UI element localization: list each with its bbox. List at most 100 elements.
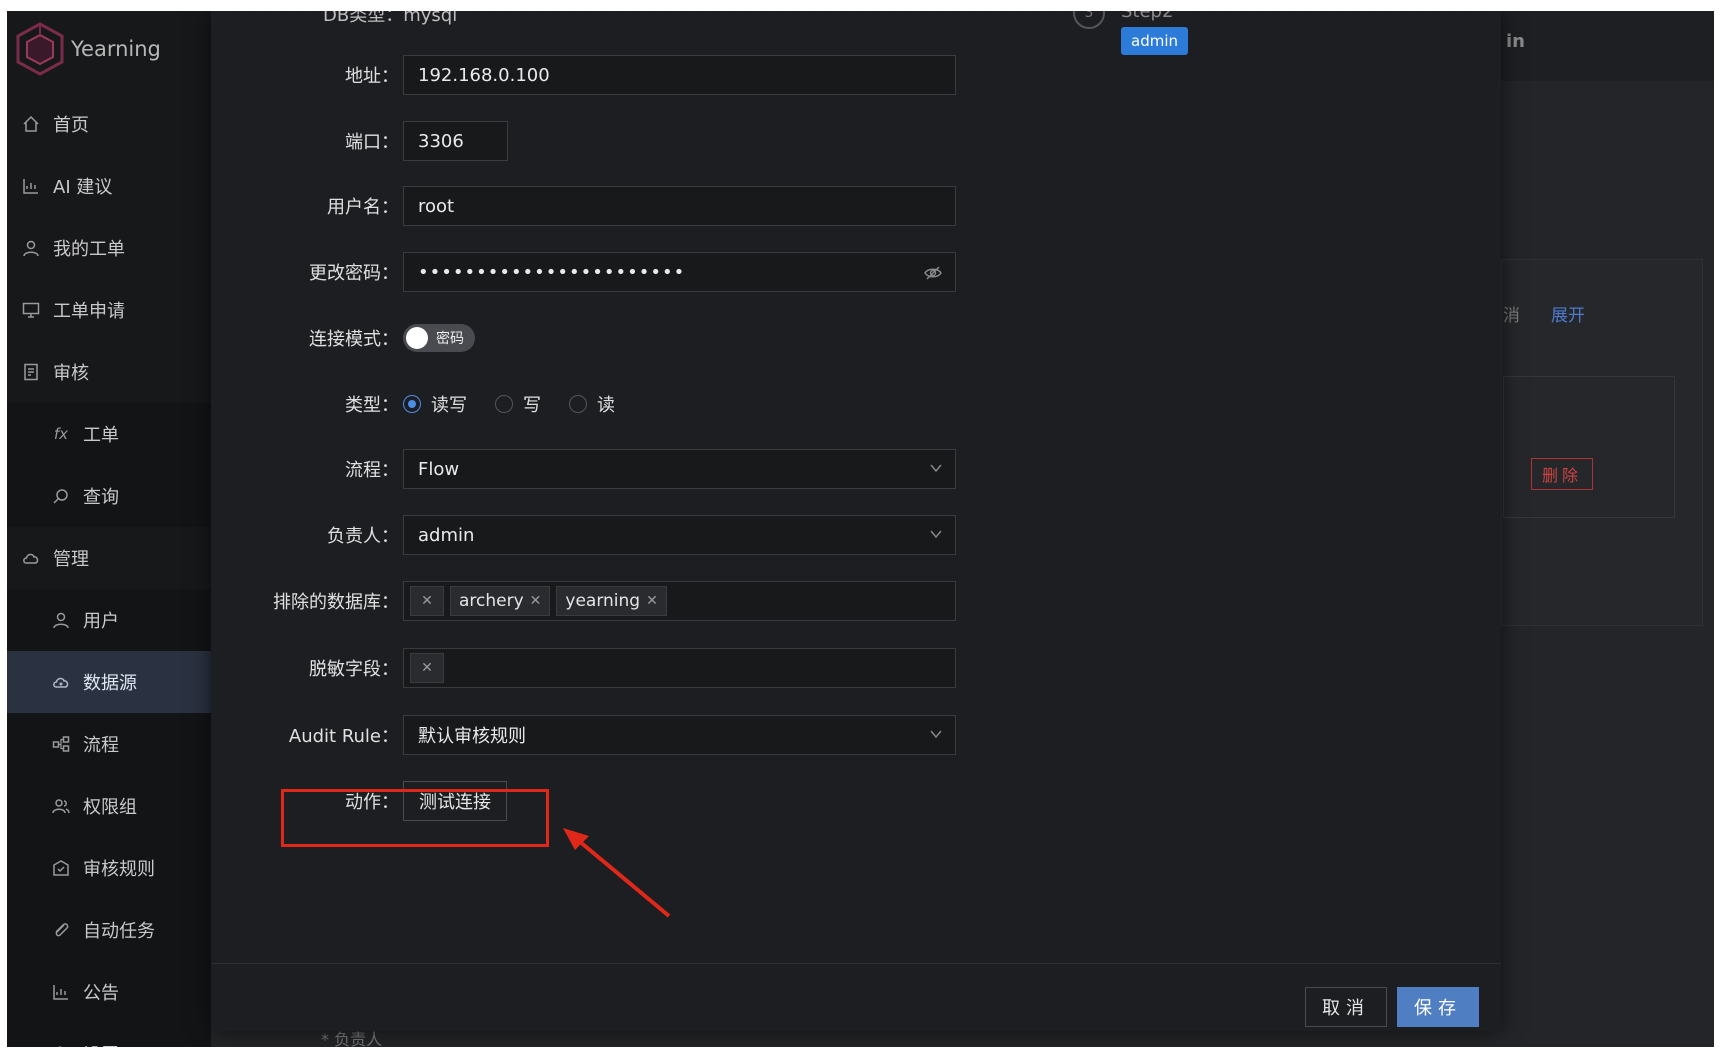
sidebar-item-label: 公告 xyxy=(83,983,119,1004)
admin-tag: admin xyxy=(1121,27,1188,55)
username-value: root xyxy=(418,195,455,217)
sidebar-item-label: 权限组 xyxy=(83,797,137,818)
sidebar-item-label: 自动任务 xyxy=(83,921,155,942)
rule-icon xyxy=(51,858,71,878)
sidebar-item-manage[interactable]: 管理 xyxy=(7,527,211,589)
owner-label: 负责人： xyxy=(327,526,399,547)
db-type-text: DB类型：mysql xyxy=(323,11,458,26)
tag-close-icon[interactable]: ✕ xyxy=(421,593,433,609)
switch-knob xyxy=(406,327,428,349)
sidebar-item-datasource[interactable]: 数据源 xyxy=(7,651,211,713)
sidebar-item-ticket[interactable]: fx 工单 xyxy=(7,403,211,465)
radio-dot xyxy=(495,395,513,413)
app-window: Yearning 首页 AI 建议 我的工单 工单申请 审核 fx 工单 查询 … xyxy=(7,11,1714,1047)
sidebar-item-label: AI 建议 xyxy=(53,177,113,198)
tag-empty[interactable]: ✕ xyxy=(410,586,444,616)
group-icon xyxy=(51,796,71,816)
user-icon xyxy=(51,610,71,630)
radio-label: 读 xyxy=(597,395,615,416)
form-row-excluded-db: 排除的数据库： ✕ archery ✕ yearning ✕ xyxy=(211,580,1211,622)
monitor-icon xyxy=(21,300,41,320)
password-label: 更改密码： xyxy=(309,263,399,284)
tag-close-icon[interactable]: ✕ xyxy=(530,593,542,609)
sidebar-item-audit[interactable]: 审核 xyxy=(7,341,211,403)
sidebar-item-label: 审核 xyxy=(53,363,89,384)
user-icon xyxy=(21,238,41,258)
excluded-db-select[interactable]: ✕ archery ✕ yearning ✕ xyxy=(403,581,956,621)
sidebar-item-perm-group[interactable]: 权限组 xyxy=(7,775,211,837)
flow-select[interactable]: Flow xyxy=(403,449,956,489)
sidebar-item-home[interactable]: 首页 xyxy=(7,93,211,155)
username-input[interactable]: root xyxy=(403,186,956,226)
username-label: 用户名： xyxy=(327,197,399,218)
radio-label: 读写 xyxy=(431,395,467,416)
sidebar-item-users[interactable]: 用户 xyxy=(7,589,211,651)
sidebar-item-label: 数据源 xyxy=(83,673,137,694)
form-row-flow: 流程： Flow xyxy=(211,448,1211,490)
connect-mode-switch[interactable]: 密码 xyxy=(403,324,475,352)
header-username[interactable]: in xyxy=(1506,31,1525,52)
chevron-down-icon xyxy=(930,530,942,539)
fx-icon: fx xyxy=(53,425,69,443)
address-value: 192.168.0.100 xyxy=(418,64,550,86)
password-value: ••••••••••••••••••••••• xyxy=(418,261,686,283)
chart-icon xyxy=(21,176,41,196)
background-delete-button[interactable]: 删除 xyxy=(1531,458,1593,490)
background-expand-link[interactable]: 展开 xyxy=(1551,301,1585,326)
tag-close-icon[interactable]: ✕ xyxy=(421,660,433,676)
step-label: Step2 xyxy=(1121,11,1174,22)
sidebar-item-auto-task[interactable]: 自动任务 xyxy=(7,899,211,961)
sidebar-item-label: 工单 xyxy=(83,425,119,446)
form-row-owner: 负责人： admin xyxy=(211,514,1211,556)
chevron-down-icon xyxy=(930,730,942,739)
port-input[interactable]: 3306 xyxy=(403,121,508,161)
background-inner-panel xyxy=(1503,376,1675,518)
step-indicator: 3 xyxy=(1073,11,1105,29)
eye-off-icon[interactable] xyxy=(923,263,943,283)
tag-label: yearning xyxy=(565,591,641,611)
yearning-logo-icon xyxy=(16,22,64,76)
owner-select[interactable]: admin xyxy=(403,515,956,555)
form-row-password: 更改密码： ••••••••••••••••••••••• xyxy=(211,251,1211,293)
sidebar-item-label: 查询 xyxy=(83,487,119,508)
background-cancel-link[interactable]: 消 xyxy=(1503,301,1520,326)
sidebar-item-flow[interactable]: 流程 xyxy=(7,713,211,775)
form-row-connect-mode: 连接模式： 密码 xyxy=(211,317,1211,359)
chevron-down-icon xyxy=(930,464,942,473)
home-icon xyxy=(21,114,41,134)
type-label: 类型： xyxy=(345,395,399,416)
password-input[interactable]: ••••••••••••••••••••••• xyxy=(403,252,956,292)
sidebar-item-audit-rules[interactable]: 审核规则 xyxy=(7,837,211,899)
form-row-port: 端口： 3306 xyxy=(211,120,1211,162)
radio-readwrite[interactable]: 读写 xyxy=(403,391,467,417)
sidebar-item-query[interactable]: 查询 xyxy=(7,465,211,527)
radio-write[interactable]: 写 xyxy=(495,391,541,417)
sidebar-item-settings[interactable]: 设置 xyxy=(7,1023,211,1047)
tag-close-icon[interactable]: ✕ xyxy=(646,593,658,609)
radio-read[interactable]: 读 xyxy=(569,391,615,417)
annotation-highlight-box xyxy=(281,789,549,847)
cancel-button[interactable]: 取消 xyxy=(1305,987,1387,1027)
sidebar-item-notice[interactable]: 公告 xyxy=(7,961,211,1023)
sidebar-item-ticket-apply[interactable]: 工单申请 xyxy=(7,279,211,341)
sidebar-item-my-tickets[interactable]: 我的工单 xyxy=(7,217,211,279)
address-input[interactable]: 192.168.0.100 xyxy=(403,55,956,95)
dialog-footer-divider xyxy=(211,963,1501,964)
sidebar-item-ai-suggest[interactable]: AI 建议 xyxy=(7,155,211,217)
masked-fields-select[interactable]: ✕ xyxy=(403,648,956,688)
flow-icon xyxy=(51,734,71,754)
cloud-icon xyxy=(21,548,41,568)
audit-icon xyxy=(21,362,41,382)
tag-archery: archery ✕ xyxy=(450,586,551,616)
form-row-address: 地址： 192.168.0.100 xyxy=(211,54,1211,96)
app-name: Yearning xyxy=(71,37,161,61)
audit-rule-select[interactable]: 默认审核规则 xyxy=(403,715,956,755)
tag-empty[interactable]: ✕ xyxy=(410,653,444,683)
chart-icon xyxy=(51,982,71,1002)
address-label: 地址： xyxy=(345,66,399,87)
sidebar-item-label: 管理 xyxy=(53,549,89,570)
save-button[interactable]: 保存 xyxy=(1397,987,1479,1027)
port-value: 3306 xyxy=(418,130,464,152)
logo: Yearning xyxy=(15,19,161,79)
sidebar-item-label: 审核规则 xyxy=(83,859,155,880)
